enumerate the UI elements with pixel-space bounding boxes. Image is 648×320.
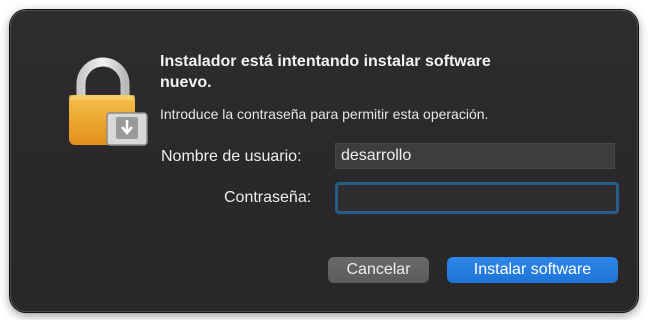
username-label: Nombre de usuario: <box>161 148 302 165</box>
username-field[interactable]: desarrollo <box>335 143 615 169</box>
cancel-button[interactable]: Cancelar <box>328 257 429 283</box>
installer-package-icon <box>106 112 148 146</box>
auth-dialog: Instalador está intentando instalar soft… <box>10 10 638 312</box>
password-field[interactable] <box>338 185 616 211</box>
dialog-message: Introduce la contraseña para permitir es… <box>160 106 489 122</box>
password-field-container[interactable] <box>335 182 619 214</box>
lock-icon <box>69 57 148 146</box>
dialog-headline: Instalador está intentando instalar soft… <box>160 53 491 91</box>
password-label: Contraseña: <box>224 189 312 206</box>
install-software-button[interactable]: Instalar software <box>447 257 618 283</box>
